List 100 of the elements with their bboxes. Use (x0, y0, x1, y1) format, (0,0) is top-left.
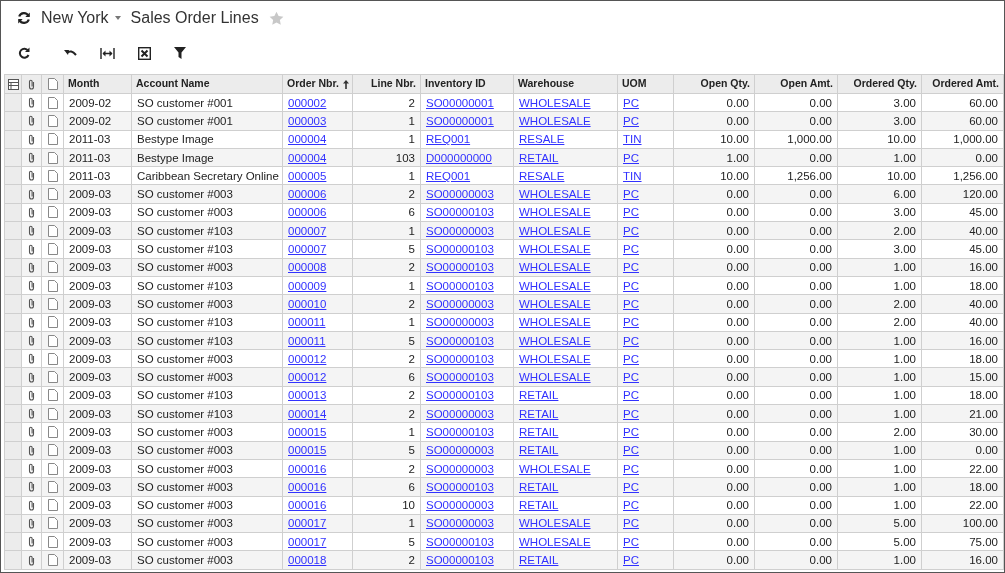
table-link[interactable]: PC (623, 554, 639, 567)
table-cell: Bestype Image (137, 151, 214, 164)
table-cell: 2009-03 (69, 352, 112, 365)
table-cell: 0.00 (809, 462, 832, 475)
table-link[interactable]: PC (623, 444, 639, 457)
table-cell: SO customer #003 (137, 352, 233, 365)
table-link[interactable]: PC (623, 224, 639, 237)
table-cell: 3.00 (893, 114, 916, 127)
table-cell: 1,256.00 (787, 169, 832, 182)
table-cell: 0.00 (726, 243, 749, 255)
table-cell: SO customer #003 (137, 480, 233, 493)
table-cell: SO customer #003 (137, 517, 233, 530)
table-link[interactable]: PC (623, 151, 639, 164)
table-cell: 0.00 (726, 554, 749, 567)
table-cell: 1,000.00 (787, 133, 832, 146)
table-cell: 21.00 (969, 407, 998, 420)
table-link[interactable]: PC (623, 334, 639, 347)
table-cell: 6 (408, 371, 415, 384)
table-link[interactable]: PC (623, 316, 639, 329)
table-link[interactable]: PC (623, 535, 639, 548)
table-cell: 18.00 (969, 352, 998, 365)
table-cell: 1.00 (893, 480, 916, 493)
table-link[interactable]: PC (623, 96, 639, 109)
table-link[interactable]: PC (623, 352, 639, 365)
table-link[interactable]: PC (623, 389, 639, 402)
table-link[interactable]: PC (623, 517, 639, 530)
table-cell: 2009-03 (69, 535, 112, 548)
table-cell: 0.00 (975, 444, 998, 457)
table-cell: 0.00 (726, 499, 749, 512)
table-cell: 2009-03 (69, 371, 112, 384)
table-cell: 0.00 (726, 480, 749, 493)
table-cell: 0.00 (809, 426, 832, 438)
table-cell: 2009-03 (69, 426, 112, 438)
table-cell: 6 (408, 480, 415, 493)
table-cell: 15.00 (969, 371, 998, 384)
table-cell: SO customer #103 (137, 407, 233, 420)
table-cell: 0.00 (726, 426, 749, 438)
table-cell: 2009-03 (69, 554, 112, 567)
table-cell: 1.00 (893, 462, 916, 475)
table-cell: 10.00 (720, 133, 749, 146)
table-cell: 2 (408, 462, 415, 475)
table-cell: 2009-02 (69, 114, 112, 127)
table-cell: 2009-03 (69, 243, 112, 255)
table-link[interactable]: PC (623, 297, 639, 310)
table-link[interactable]: PC (623, 426, 639, 438)
table-cell: 0.00 (809, 499, 832, 512)
table-cell: 0.00 (809, 535, 832, 548)
table-cell: 2.00 (893, 297, 916, 310)
table-cell: 0.00 (726, 462, 749, 475)
table-cell: 1.00 (893, 499, 916, 512)
table-link[interactable]: PC (623, 462, 639, 475)
table-cell: 45.00 (969, 243, 998, 255)
table-cell: 60.00 (969, 114, 998, 127)
table-cell: 2 (408, 297, 415, 310)
table-link[interactable]: PC (623, 279, 639, 292)
table-cell: 2009-03 (69, 206, 112, 219)
table-cell: 0.00 (809, 389, 832, 402)
table-cell: 0.00 (809, 554, 832, 567)
table-cell: 1.00 (893, 352, 916, 365)
table-cell: 0.00 (809, 444, 832, 457)
table-cell: 0.00 (809, 316, 832, 329)
table-cell: 2009-03 (69, 480, 112, 493)
table-cell: 0.00 (809, 517, 832, 530)
table-cell: 0.00 (809, 279, 832, 292)
table-cell: 0.00 (726, 444, 749, 457)
table-cell: SO customer #103 (137, 334, 233, 347)
table-cell: 5 (408, 334, 415, 347)
table-cell: 5 (408, 243, 415, 255)
table-cell: 2009-03 (69, 334, 112, 347)
table-cell: 2 (408, 389, 415, 402)
branch-selector[interactable]: New York (41, 6, 109, 30)
table-cell: 1 (408, 426, 415, 438)
table-link[interactable]: PC (623, 407, 639, 420)
table-cell: 1 (408, 114, 415, 127)
table-cell: 2009-03 (69, 389, 112, 402)
table-link[interactable]: PC (623, 188, 639, 201)
table-link[interactable]: PC (623, 480, 639, 493)
table-cell: 0.00 (726, 352, 749, 365)
table-cell: 2009-03 (69, 517, 112, 530)
table-cell: SO customer #003 (137, 371, 233, 384)
table-cell: Bestype Image (137, 133, 214, 146)
table-cell: 0.00 (809, 371, 832, 384)
table-cell: 0.00 (809, 151, 832, 164)
table-link[interactable]: PC (623, 114, 639, 127)
table-cell: 1 (408, 133, 415, 146)
table-link[interactable]: PC (623, 371, 639, 384)
table-link[interactable]: PC (623, 261, 639, 274)
table-cell: 0.00 (726, 279, 749, 292)
table-cell: 16.00 (969, 261, 998, 274)
table-cell: 5.00 (893, 517, 916, 530)
table-link[interactable]: PC (623, 206, 639, 219)
table-link[interactable]: PC (623, 499, 639, 512)
table-cell: 0.00 (726, 206, 749, 219)
table-link[interactable]: PC (623, 243, 639, 255)
table-cell: 0.00 (809, 297, 832, 310)
table-cell: 0.00 (809, 480, 832, 493)
table-cell: SO customer #003 (137, 535, 233, 548)
table-cell: 1 (408, 279, 415, 292)
table-cell: 0.00 (726, 389, 749, 402)
table-cell: 0.00 (726, 334, 749, 347)
